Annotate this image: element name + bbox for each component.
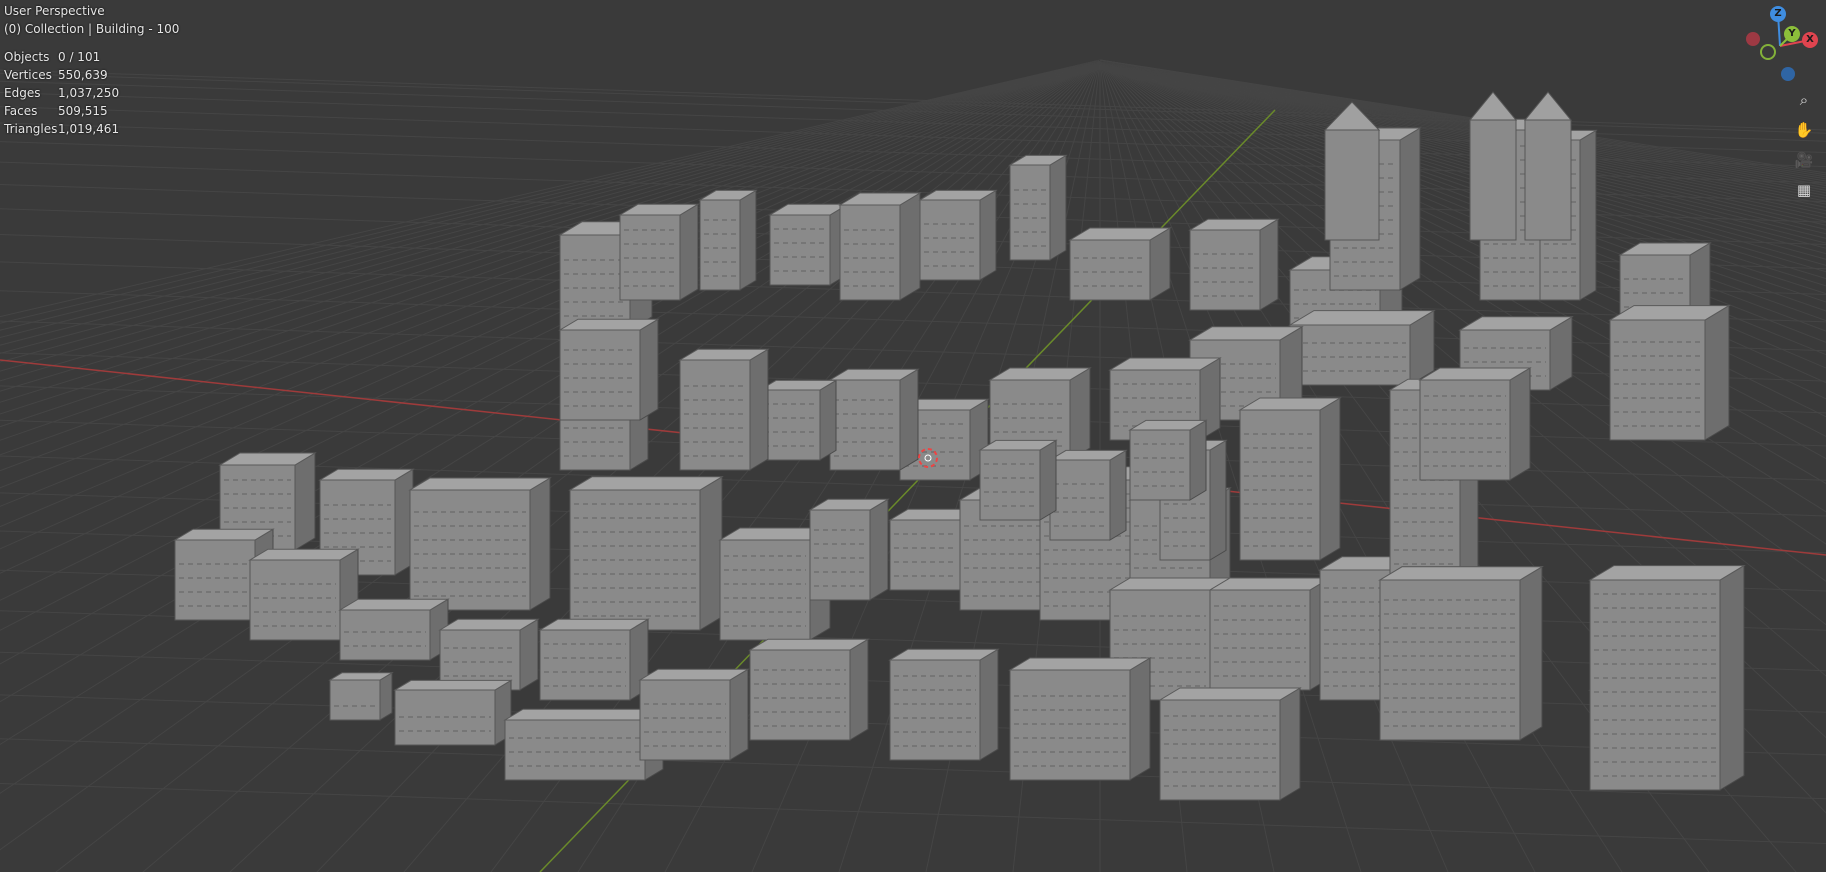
building-mesh[interactable] — [748, 638, 870, 741]
building-mesh[interactable] — [558, 318, 660, 421]
building-mesh[interactable] — [328, 671, 394, 721]
building-mesh[interactable] — [1238, 397, 1342, 561]
scene-canvas[interactable] — [0, 0, 1826, 872]
building-mesh[interactable] — [1048, 449, 1128, 541]
building-mesh[interactable] — [1208, 577, 1332, 691]
building-mesh[interactable] — [568, 475, 724, 631]
building-mesh[interactable] — [978, 439, 1058, 521]
building-mesh[interactable] — [888, 648, 1000, 761]
building-mesh[interactable] — [1608, 304, 1731, 441]
building-mesh[interactable] — [828, 368, 920, 471]
building-mesh[interactable] — [503, 708, 665, 781]
building-mesh[interactable] — [1288, 309, 1436, 386]
building-mesh[interactable] — [1158, 687, 1302, 801]
building-mesh[interactable] — [838, 192, 922, 301]
gizmo-neg-x-axis[interactable] — [1746, 32, 1760, 46]
building-mesh[interactable] — [1418, 367, 1532, 481]
3d-viewport[interactable] — [0, 0, 1826, 872]
tower-mesh — [1469, 119, 1517, 241]
building-mesh[interactable] — [808, 498, 890, 601]
building-mesh[interactable] — [1588, 564, 1746, 791]
spire-roof-mesh — [1523, 91, 1573, 121]
building-mesh[interactable] — [1068, 227, 1172, 301]
spire-roof-mesh — [1468, 91, 1518, 121]
pan-hand-icon[interactable]: ✋ — [1790, 116, 1818, 144]
camera-icon[interactable]: 🎥 — [1790, 146, 1818, 174]
building-mesh[interactable] — [1128, 419, 1208, 501]
zoom-icon[interactable]: ⌕ — [1790, 86, 1818, 114]
building-mesh[interactable] — [1188, 218, 1280, 311]
building-mesh[interactable] — [338, 598, 450, 661]
building-mesh[interactable] — [1378, 565, 1544, 741]
building-mesh[interactable] — [1008, 657, 1152, 781]
viewport-navigation-tools: ⌕ ✋ 🎥 ▦ — [1790, 86, 1820, 206]
gizmo-y-axis[interactable]: Y — [1784, 26, 1800, 42]
building-mesh[interactable] — [438, 618, 540, 691]
tower-mesh — [1324, 129, 1380, 241]
building-mesh[interactable] — [768, 203, 850, 286]
building-mesh[interactable] — [918, 189, 998, 281]
building-mesh[interactable] — [538, 618, 650, 701]
building-mesh[interactable] — [638, 668, 750, 761]
gizmo-neg-y-axis[interactable] — [1760, 44, 1776, 60]
building-mesh[interactable] — [618, 203, 700, 301]
gizmo-neg-z-axis[interactable] — [1781, 67, 1795, 81]
building-mesh[interactable] — [393, 679, 513, 746]
building-mesh[interactable] — [758, 379, 838, 461]
building-mesh[interactable] — [698, 189, 758, 291]
building-mesh[interactable] — [1008, 154, 1068, 261]
grid-ortho-icon[interactable]: ▦ — [1790, 176, 1818, 204]
building-mesh[interactable] — [678, 348, 770, 471]
navigation-gizmo[interactable]: Z X Y — [1738, 4, 1822, 88]
building-mesh[interactable] — [408, 477, 552, 611]
gizmo-z-axis[interactable]: Z — [1770, 6, 1786, 22]
gizmo-x-axis[interactable]: X — [1802, 32, 1818, 48]
tower-mesh — [1524, 119, 1572, 241]
